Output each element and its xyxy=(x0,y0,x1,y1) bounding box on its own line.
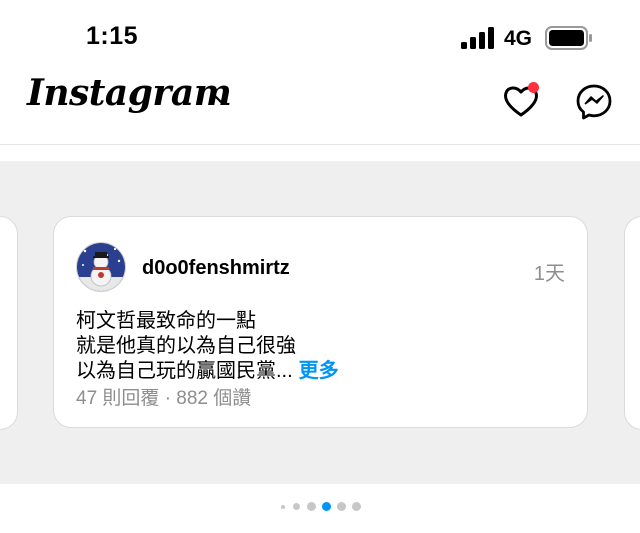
post-text-line: 以為自己玩的贏國民黨... 更多 xyxy=(76,359,566,384)
previous-card[interactable] xyxy=(0,216,18,430)
post-stats[interactable]: 47 則回覆 · 882 個讚 xyxy=(76,383,251,410)
avatar[interactable] xyxy=(76,242,126,292)
messenger-icon[interactable] xyxy=(574,82,614,122)
next-card[interactable] xyxy=(624,216,640,430)
page-dot xyxy=(307,502,316,511)
post-text: 柯文哲最致命的一點 就是他真的以為自己很強 以為自己玩的贏國民黨... 更多 xyxy=(76,309,566,384)
threads-carousel[interactable]: d0o0fenshmirtz 1天 柯文哲最致命的一點 就是他真的以為自己很強 … xyxy=(0,161,640,484)
post-text-line-content: 以為自己玩的贏國民黨... xyxy=(76,360,293,382)
status-bar: 1:15 4G xyxy=(0,0,640,72)
chevron-down-icon[interactable] xyxy=(212,92,230,106)
more-link[interactable]: 更多 xyxy=(299,360,339,382)
thread-card[interactable]: d0o0fenshmirtz 1天 柯文哲最致命的一點 就是他真的以為自己很強 … xyxy=(53,216,588,428)
page-dot xyxy=(337,502,346,511)
page-dot-active xyxy=(322,502,331,511)
status-time: 1:15 xyxy=(86,22,139,50)
carousel-page-indicator xyxy=(0,500,640,514)
username[interactable]: d0o0fenshmirtz xyxy=(142,257,290,280)
post-time: 1天 xyxy=(533,263,565,285)
cellular-signal-icon xyxy=(461,27,494,49)
post-text-line: 柯文哲最致命的一點 xyxy=(76,310,256,332)
page-dot xyxy=(352,502,361,511)
battery-icon xyxy=(545,26,592,50)
app-header: Instagram xyxy=(0,72,640,145)
page-dot xyxy=(293,503,300,510)
instagram-logo[interactable]: Instagram xyxy=(27,72,232,114)
avatar-image xyxy=(77,243,125,291)
page-dot xyxy=(281,505,285,509)
post-text-line: 就是他真的以為自己很強 xyxy=(76,335,296,357)
network-label: 4G xyxy=(504,27,533,50)
notification-dot xyxy=(528,82,539,93)
